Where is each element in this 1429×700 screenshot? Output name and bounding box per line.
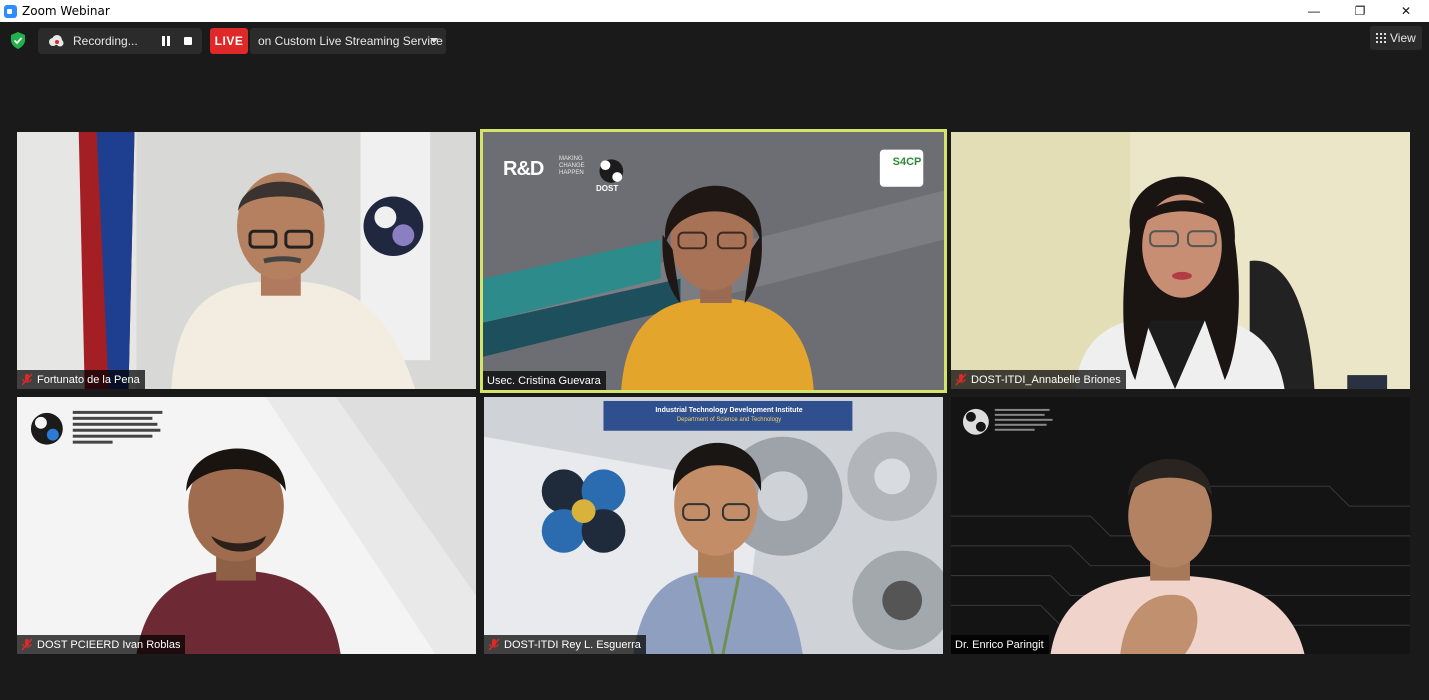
recording-indicator: Recording... bbox=[38, 28, 202, 54]
video-tile[interactable]: DOST-ITDI_Annabelle Briones bbox=[950, 131, 1411, 390]
stop-icon[interactable] bbox=[184, 37, 192, 45]
participant-name-tag: DOST-ITDI_Annabelle Briones bbox=[951, 370, 1126, 389]
video-tile[interactable]: DOST PCIEERD Ivan Roblas bbox=[16, 396, 477, 655]
video-tile[interactable]: Fortunato de la Pena bbox=[16, 131, 477, 390]
video-tile[interactable]: Dr. Enrico Paringit bbox=[950, 396, 1411, 655]
participant-name-tag: Fortunato de la Pena bbox=[17, 370, 145, 389]
rnd-logo-tagline: MAKING CHANGE HAPPEN bbox=[559, 156, 585, 176]
participant-name-tag: Dr. Enrico Paringit bbox=[951, 635, 1049, 654]
dropdown-caret-icon bbox=[430, 38, 438, 43]
minimize-button[interactable]: — bbox=[1291, 0, 1337, 22]
window-title: Zoom Webinar bbox=[22, 4, 110, 18]
participant-video bbox=[951, 132, 1410, 389]
rnd-logo: R&D bbox=[503, 158, 544, 180]
mic-muted-icon bbox=[21, 373, 33, 386]
participant-name: Usec. Cristina Guevara bbox=[487, 374, 601, 387]
window-titlebar: Zoom Webinar — ❐ ✕ bbox=[0, 0, 1429, 22]
shield-icon[interactable] bbox=[10, 32, 26, 49]
close-button[interactable]: ✕ bbox=[1383, 0, 1429, 22]
view-label: View bbox=[1390, 31, 1416, 45]
mic-muted-icon bbox=[21, 638, 33, 651]
itdi-banner-line2: Department of Science and Technology bbox=[676, 417, 782, 423]
s4cp-logo: S4CP bbox=[892, 156, 922, 168]
participant-name-tag: Usec. Cristina Guevara bbox=[483, 371, 606, 390]
dost-logo-label: DOST bbox=[596, 184, 619, 193]
video-tile[interactable]: Industrial Technology Development Instit… bbox=[483, 396, 944, 655]
mic-muted-icon bbox=[488, 638, 500, 651]
live-stream-label: on Custom Live Streaming Service bbox=[258, 34, 443, 48]
participant-name: Fortunato de la Pena bbox=[37, 373, 140, 386]
view-button[interactable]: View bbox=[1370, 26, 1422, 50]
participant-video bbox=[17, 397, 476, 654]
recording-label: Recording... bbox=[73, 34, 138, 48]
pause-icon[interactable] bbox=[160, 36, 172, 46]
cloud-recording-icon bbox=[49, 35, 64, 47]
participant-video bbox=[17, 132, 476, 389]
meeting-toolbar: Recording... LIVE on Custom Live Streami… bbox=[0, 22, 1429, 60]
live-badge: LIVE bbox=[210, 28, 248, 54]
window-controls: — ❐ ✕ bbox=[1291, 0, 1429, 22]
zoom-app-icon bbox=[4, 4, 17, 18]
mic-muted-icon bbox=[955, 373, 967, 386]
video-tile-active-speaker[interactable]: R&D MAKING CHANGE HAPPEN DOST S4CP Usec.… bbox=[480, 129, 947, 393]
participant-video bbox=[484, 397, 943, 654]
participant-name: DOST-ITDI Rey L. Esguerra bbox=[504, 638, 641, 651]
participant-name: DOST-ITDI_Annabelle Briones bbox=[971, 373, 1121, 386]
itdi-banner-line1: Industrial Technology Development Instit… bbox=[655, 407, 803, 414]
participant-name-tag: DOST-ITDI Rey L. Esguerra bbox=[484, 635, 646, 654]
participant-video bbox=[951, 397, 1410, 654]
restore-button[interactable]: ❐ bbox=[1337, 0, 1383, 22]
participant-video bbox=[483, 132, 944, 390]
participant-name: DOST PCIEERD Ivan Roblas bbox=[37, 638, 181, 651]
participant-name-tag: DOST PCIEERD Ivan Roblas bbox=[17, 635, 186, 654]
gallery-grid-icon bbox=[1376, 33, 1386, 43]
live-stream-dropdown[interactable]: on Custom Live Streaming Service bbox=[250, 28, 446, 54]
participant-name: Dr. Enrico Paringit bbox=[955, 638, 1044, 651]
